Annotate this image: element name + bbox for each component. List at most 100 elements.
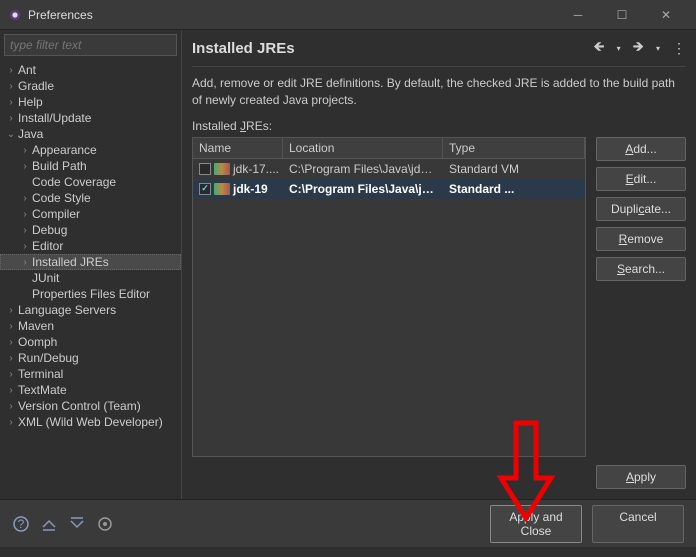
minimize-button[interactable]: ─ (556, 1, 600, 29)
tree-item-oomph[interactable]: ›Oomph (0, 334, 181, 350)
chevron-right-icon[interactable]: › (4, 369, 18, 380)
app-icon (8, 8, 22, 22)
tree-item-language-servers[interactable]: ›Language Servers (0, 302, 181, 318)
export-icon[interactable] (68, 515, 86, 533)
tree-item-version-control-team-[interactable]: ›Version Control (Team) (0, 398, 181, 414)
jre-name: jdk-19 (233, 182, 268, 196)
tree-item-code-coverage[interactable]: Code Coverage (0, 174, 181, 190)
tree-item-label: Language Servers (18, 303, 116, 317)
checkbox[interactable]: ✓ (199, 183, 211, 195)
tree-item-maven[interactable]: ›Maven (0, 318, 181, 334)
tree-item-properties-files-editor[interactable]: Properties Files Editor (0, 286, 181, 302)
tree-item-debug[interactable]: ›Debug (0, 222, 181, 238)
chevron-right-icon[interactable]: › (18, 241, 32, 252)
titlebar: Preferences ─ ☐ ✕ (0, 0, 696, 30)
forward-dropdown-icon[interactable]: ▾ (656, 44, 660, 53)
oomph-icon[interactable] (96, 515, 114, 533)
cancel-button[interactable]: Cancel (592, 505, 684, 543)
table-row[interactable]: ✓jdk-19C:\Program Files\Java\jdk...Stand… (193, 179, 585, 199)
tree-item-java[interactable]: ⌄Java (0, 126, 181, 142)
tree-item-label: Maven (18, 319, 54, 333)
search-button[interactable]: Search... (596, 257, 686, 281)
tree-item-install-update[interactable]: ›Install/Update (0, 110, 181, 126)
menu-icon[interactable]: ⋮ (672, 40, 686, 57)
tree-item-label: Terminal (18, 367, 63, 381)
chevron-right-icon[interactable]: › (4, 81, 18, 92)
table-row[interactable]: jdk-17....C:\Program Files\Java\jdk-...S… (193, 159, 585, 179)
col-type[interactable]: Type (443, 138, 585, 158)
chevron-right-icon[interactable]: › (18, 257, 32, 268)
side-buttons: Add... Edit... Duplicate... Remove Searc… (596, 137, 686, 457)
table-header: Name Location Type (193, 138, 585, 159)
checkbox[interactable] (199, 163, 211, 175)
back-icon[interactable]: 🡸 (593, 36, 604, 60)
chevron-right-icon[interactable]: › (18, 145, 32, 156)
tree-item-label: Help (18, 95, 43, 109)
tree-item-label: Version Control (Team) (18, 399, 141, 413)
tree-item-label: XML (Wild Web Developer) (18, 415, 163, 429)
jdk-icon (214, 183, 230, 195)
tree-item-junit[interactable]: JUnit (0, 270, 181, 286)
nav-panel: ›Ant›Gradle›Help›Install/Update⌄Java›App… (0, 30, 182, 499)
tree-item-compiler[interactable]: ›Compiler (0, 206, 181, 222)
chevron-right-icon[interactable]: › (18, 209, 32, 220)
remove-button[interactable]: Remove (596, 227, 686, 251)
filter-input[interactable] (4, 34, 177, 56)
jre-location: C:\Program Files\Java\jdk-... (283, 161, 443, 177)
tree-item-editor[interactable]: ›Editor (0, 238, 181, 254)
svg-text:?: ? (18, 517, 25, 531)
chevron-right-icon[interactable]: › (4, 97, 18, 108)
tree-item-label: Debug (32, 223, 67, 237)
close-button[interactable]: ✕ (644, 1, 688, 29)
header-nav: 🡸 ▾ 🡺 ▾ ⋮ (593, 36, 686, 60)
chevron-right-icon[interactable]: › (4, 353, 18, 364)
tree-item-label: Compiler (32, 207, 80, 221)
help-icon[interactable]: ? (12, 515, 30, 533)
jdk-icon (214, 163, 230, 175)
col-name[interactable]: Name (193, 138, 283, 158)
table-body: jdk-17....C:\Program Files\Java\jdk-...S… (193, 159, 585, 456)
chevron-right-icon[interactable]: › (4, 417, 18, 428)
jre-table: Name Location Type jdk-17....C:\Program … (192, 137, 586, 457)
tree-item-installed-jres[interactable]: ›Installed JREs (0, 254, 181, 270)
tree-item-run-debug[interactable]: ›Run/Debug (0, 350, 181, 366)
tree-item-build-path[interactable]: ›Build Path (0, 158, 181, 174)
tree-item-ant[interactable]: ›Ant (0, 62, 181, 78)
jre-type: Standard ... (443, 181, 585, 197)
preferences-tree[interactable]: ›Ant›Gradle›Help›Install/Update⌄Java›App… (0, 60, 181, 499)
back-dropdown-icon[interactable]: ▾ (617, 44, 621, 53)
chevron-right-icon[interactable]: › (18, 193, 32, 204)
chevron-right-icon[interactable]: › (4, 337, 18, 348)
chevron-right-icon[interactable]: › (4, 305, 18, 316)
chevron-down-icon[interactable]: ⌄ (4, 129, 18, 140)
tree-item-label: Installed JREs (32, 255, 109, 269)
tree-item-appearance[interactable]: ›Appearance (0, 142, 181, 158)
chevron-right-icon[interactable]: › (4, 385, 18, 396)
chevron-right-icon[interactable]: › (4, 65, 18, 76)
tree-item-textmate[interactable]: ›TextMate (0, 382, 181, 398)
tree-item-label: Editor (32, 239, 63, 253)
chevron-right-icon[interactable]: › (18, 161, 32, 172)
chevron-right-icon[interactable]: › (4, 401, 18, 412)
tree-item-label: Appearance (32, 143, 97, 157)
chevron-right-icon[interactable]: › (4, 113, 18, 124)
duplicate-button[interactable]: Duplicate... (596, 197, 686, 221)
apply-and-close-button[interactable]: Apply and Close (490, 505, 582, 543)
tree-item-gradle[interactable]: ›Gradle (0, 78, 181, 94)
forward-icon[interactable]: 🡺 (633, 36, 644, 60)
chevron-right-icon[interactable]: › (18, 225, 32, 236)
col-location[interactable]: Location (283, 138, 443, 158)
tree-item-terminal[interactable]: ›Terminal (0, 366, 181, 382)
tree-item-label: Install/Update (18, 111, 91, 125)
chevron-right-icon[interactable]: › (4, 321, 18, 332)
apply-button[interactable]: Apply (596, 465, 686, 489)
edit-button[interactable]: Edit... (596, 167, 686, 191)
tree-item-code-style[interactable]: ›Code Style (0, 190, 181, 206)
tree-item-label: Code Style (32, 191, 91, 205)
import-icon[interactable] (40, 515, 58, 533)
add-button[interactable]: Add... (596, 137, 686, 161)
tree-item-xml-wild-web-developer-[interactable]: ›XML (Wild Web Developer) (0, 414, 181, 430)
maximize-button[interactable]: ☐ (600, 1, 644, 29)
tree-item-help[interactable]: ›Help (0, 94, 181, 110)
page-description: Add, remove or edit JRE definitions. By … (192, 75, 686, 109)
